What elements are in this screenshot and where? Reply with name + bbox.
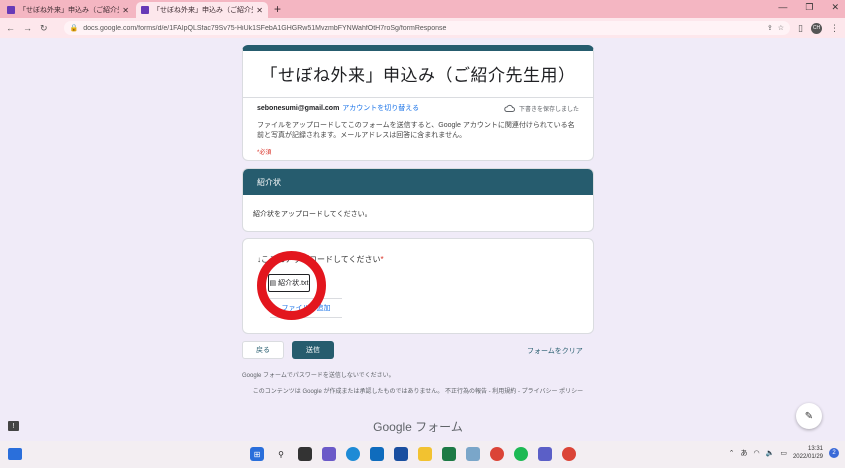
volume-icon[interactable]: 🔈 [766, 449, 775, 457]
chrome-active-icon[interactable] [562, 447, 576, 461]
window-controls: — ❐ ✕ [778, 2, 839, 13]
tray-chevron-icon[interactable]: ⌃ [729, 449, 735, 457]
notification-badge[interactable]: 2 [829, 448, 839, 458]
section-card: 紹介状 紹介状をアップロードしてください。 [242, 168, 594, 232]
profile-avatar[interactable]: CH [811, 22, 822, 34]
url-text: docs.google.com/forms/d/e/1FAIpQLSfac79S… [83, 24, 447, 32]
form-title: 「せぼね外来」申込み（ご紹介先生用） [260, 66, 576, 85]
clock[interactable]: 13:31 2022/01/29 [793, 445, 823, 461]
browser-tab-1[interactable]: 「せぼね外来」申込み（ご紹介先生 ✕ [2, 2, 134, 18]
chrome-icon[interactable] [490, 447, 504, 461]
taskbar-apps: ⊞ ⚲ [245, 447, 581, 461]
teams-icon[interactable] [538, 447, 552, 461]
mail-icon[interactable] [370, 447, 384, 461]
submit-button[interactable]: 送信 [292, 341, 334, 359]
required-note: *必須 [257, 150, 272, 156]
draft-status: 下書きを保存しました [504, 104, 579, 113]
file-explorer-icon[interactable] [418, 447, 432, 461]
widgets-icon[interactable] [8, 448, 22, 460]
windows-taskbar: ⊞ ⚲ ⌃ あ ◠ 🔈 ▭ 13:31 2022/01/29 2 [0, 441, 845, 468]
task-view-icon[interactable] [298, 447, 312, 461]
system-tray: ⌃ あ ◠ 🔈 ▭ 13:31 2022/01/29 2 [729, 445, 839, 461]
search-icon[interactable]: ⚲ [274, 447, 288, 461]
back-icon[interactable]: ← [6, 23, 15, 33]
minimize-icon[interactable]: — [778, 2, 787, 13]
reload-icon[interactable]: ↻ [40, 23, 48, 34]
bookmark-star-icon[interactable]: ☆ [778, 24, 784, 32]
address-bar[interactable]: 🔒 docs.google.com/forms/d/e/1FAIpQLSfac7… [63, 21, 791, 35]
forward-icon[interactable]: → [23, 23, 32, 33]
teams-chat-icon[interactable] [322, 447, 336, 461]
forms-favicon-icon [141, 6, 149, 14]
password-warning: Google フォームでパスワードを送信しないでください。 [242, 373, 395, 379]
disclaimer-text: このコンテンツは Google が作成または承認したものではありません。 不正行… [252, 389, 584, 395]
new-tab-button[interactable]: + [274, 2, 281, 16]
battery-icon[interactable]: ▭ [780, 449, 787, 457]
clock-date: 2022/01/29 [792, 454, 823, 460]
edit-pencil-icon[interactable]: ✎ [796, 403, 822, 429]
photos-icon[interactable] [466, 447, 480, 461]
cloud-saved-icon [504, 104, 515, 112]
back-button[interactable]: 戻る [242, 341, 284, 359]
notepad-icon[interactable] [394, 447, 408, 461]
account-email: sebonesumi@gmail.com [257, 104, 340, 112]
browser-tab-strip: 「せぼね外来」申込み（ご紹介先生 ✕ 「せぼね外来」申込み（ご紹介先生 ✕ + … [0, 0, 845, 18]
sidepanel-icon[interactable]: ▯ [798, 23, 803, 34]
excel-icon[interactable] [442, 447, 456, 461]
ime-indicator[interactable]: あ [741, 448, 748, 458]
tab-title: 「せぼね外来」申込み（ご紹介先生 [19, 7, 119, 14]
edge-icon[interactable] [346, 447, 360, 461]
close-tab-icon[interactable]: ✕ [122, 6, 129, 15]
forms-favicon-icon [7, 6, 15, 14]
section-title: 紹介状 [243, 169, 593, 195]
close-window-icon[interactable]: ✕ [831, 2, 839, 13]
clock-time: 13:31 [807, 446, 823, 452]
form-header-card: 「せぼね外来」申込み（ご紹介先生用） sebonesumi@gmail.com … [242, 45, 594, 161]
tab-title: 「せぼね外来」申込み（ご紹介先生 [153, 7, 253, 14]
restore-icon[interactable]: ❐ [805, 2, 813, 13]
form-description: ファイルをアップロードしてこのフォームを送信すると、Google アカウントに関… [257, 122, 575, 139]
lock-icon: 🔒 [69, 25, 79, 32]
google-forms-logo: Google フォーム [373, 420, 463, 434]
share-icon[interactable]: ⇪ [767, 24, 773, 32]
feedback-icon[interactable]: ! [8, 421, 19, 431]
draft-saved-text: 下書きを保存しました [518, 106, 579, 113]
spotify-icon[interactable] [514, 447, 528, 461]
account-row: sebonesumi@gmail.com アカウントを切り替える 下書きを保存し… [243, 98, 593, 113]
switch-account-link[interactable]: アカウントを切り替える [342, 103, 419, 113]
red-annotation-circle [257, 251, 326, 320]
section-description: 紹介状をアップロードしてください。 [253, 211, 372, 218]
start-icon[interactable]: ⊞ [250, 447, 264, 461]
browser-tab-2[interactable]: 「せぼね外来」申込み（ご紹介先生 ✕ [136, 2, 268, 18]
wifi-icon[interactable]: ◠ [754, 449, 760, 457]
browser-toolbar: ← → ↻ 🔒 docs.google.com/forms/d/e/1FAIpQ… [0, 18, 845, 38]
close-tab-icon[interactable]: ✕ [256, 6, 263, 15]
menu-kebab-icon[interactable]: ⋮ [830, 23, 839, 34]
clear-form-link[interactable]: フォームをクリア [527, 346, 583, 356]
required-asterisk: * [380, 255, 384, 264]
